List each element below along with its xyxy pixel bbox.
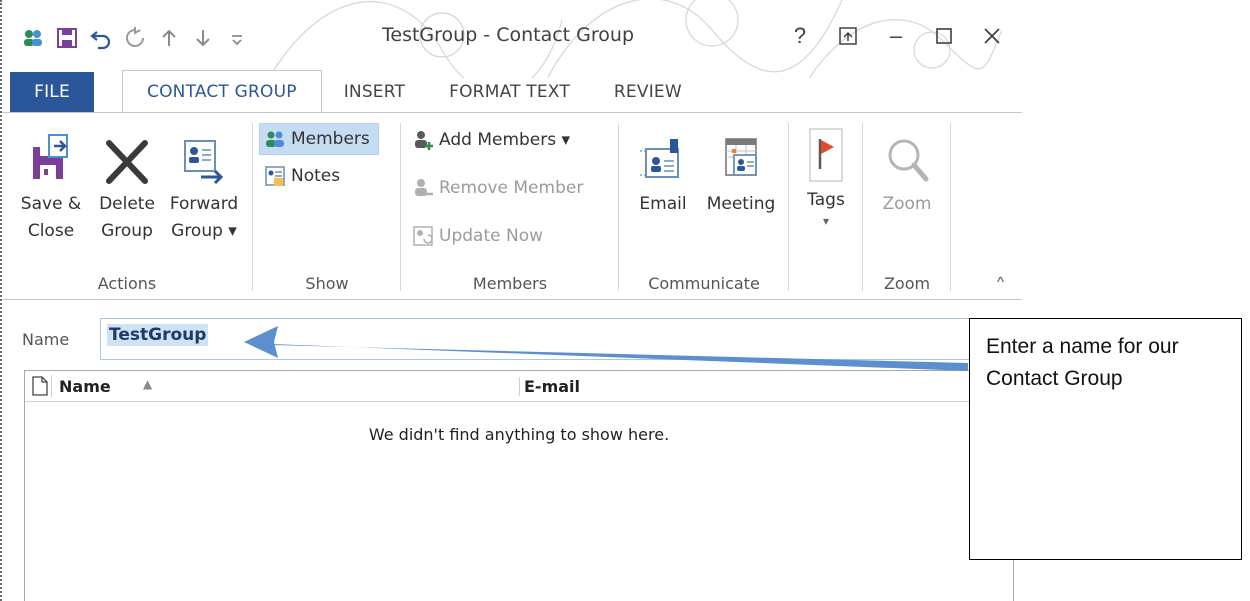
window-title: TestGroup - Contact Group — [382, 24, 635, 46]
collapse-ribbon-button[interactable]: ^ — [997, 274, 1004, 291]
down-arrow-icon[interactable] — [186, 18, 220, 58]
magnifier-icon — [888, 139, 929, 182]
ribbon-separator — [252, 123, 253, 291]
meeting-icon — [725, 138, 757, 176]
group-actions: Save & Close Delete Group Forward Group … — [2, 113, 252, 299]
forward-group-label: Forward Group ▾ — [169, 194, 239, 241]
flag-icon — [809, 128, 843, 182]
close-button[interactable] — [968, 16, 1016, 56]
item-type-column-icon[interactable] — [31, 375, 49, 397]
group-name-input[interactable]: TestGroup — [100, 318, 1020, 360]
redo-icon[interactable] — [118, 18, 152, 58]
add-member-icon — [415, 131, 433, 150]
remove-member-icon — [415, 179, 433, 196]
minimize-button[interactable]: – — [872, 16, 920, 56]
update-now-button[interactable]: Update Now — [412, 221, 543, 251]
members-view-label: Members — [291, 129, 370, 149]
delete-x-icon — [106, 140, 148, 184]
column-header-name[interactable]: Name — [59, 377, 111, 396]
tab-review[interactable]: REVIEW — [592, 72, 704, 112]
update-now-icon — [413, 226, 433, 246]
save-icon[interactable] — [50, 18, 84, 58]
notes-view-button[interactable]: Notes — [264, 161, 340, 191]
list-header: Name ▲ E-mail — [25, 371, 1013, 402]
name-row: Name TestGroup — [2, 300, 1022, 366]
column-divider — [51, 375, 52, 397]
members-list[interactable]: Name ▲ E-mail We didn't find anything to… — [24, 370, 1014, 601]
maximize-button[interactable] — [920, 16, 968, 56]
update-now-label: Update Now — [439, 226, 543, 246]
sort-ascending-icon: ▲ — [143, 377, 153, 391]
name-label: Name — [22, 330, 70, 349]
ribbon-tabs: FILE CONTACT GROUP INSERT FORMAT TEXT RE… — [2, 70, 1022, 113]
zoom-button[interactable]: Zoom — [872, 131, 942, 218]
email-button[interactable]: Email — [632, 131, 694, 218]
delete-group-label: Delete Group — [99, 194, 155, 241]
contact-group-window: TestGroup - Contact Group ? – FILE CONTA… — [0, 0, 1022, 601]
add-members-label: Add Members ▾ — [439, 130, 571, 150]
save-close-label: Save & Close — [20, 194, 82, 241]
ribbon-separator — [400, 123, 401, 291]
ribbon-separator — [788, 123, 789, 291]
members-icon — [266, 131, 284, 147]
group-communicate: Email Meeting Communicate — [620, 113, 788, 299]
column-header-email[interactable]: E-mail — [519, 377, 580, 396]
group-tags: Tags ▾ — [790, 113, 862, 299]
ribbon-display-options-button[interactable] — [824, 16, 872, 56]
forward-group-icon — [184, 140, 224, 185]
remove-member-label: Remove Member — [439, 178, 584, 198]
ribbon-separator — [950, 123, 951, 291]
group-members: Add Members ▾ Remove Member Update Now M… — [402, 113, 618, 299]
tags-label: Tags — [807, 190, 845, 210]
tab-insert[interactable]: INSERT — [322, 72, 427, 112]
zoom-button-label: Zoom — [882, 194, 932, 214]
email-icon — [640, 139, 679, 178]
quick-access-toolbar — [16, 18, 254, 58]
tab-file[interactable]: FILE — [10, 72, 94, 112]
add-members-button[interactable]: Add Members ▾ — [412, 125, 570, 155]
group-show: Members Notes Show — [254, 113, 400, 299]
group-label-communicate: Communicate — [648, 274, 760, 293]
notes-icon — [265, 166, 285, 186]
forward-group-button[interactable]: Forward Group ▾ — [164, 131, 244, 245]
customize-qat-icon[interactable] — [220, 18, 254, 58]
remove-member-button[interactable]: Remove Member — [412, 173, 583, 203]
ribbon-separator — [862, 123, 863, 291]
save-close-button[interactable]: Save & Close — [16, 131, 86, 245]
group-label-members: Members — [472, 274, 548, 293]
group-label-zoom: Zoom — [883, 274, 931, 293]
meeting-button[interactable]: Meeting — [700, 131, 782, 218]
undo-icon[interactable] — [84, 18, 118, 58]
group-name-value: TestGroup — [107, 324, 209, 346]
up-arrow-icon[interactable] — [152, 18, 186, 58]
ribbon-separator — [618, 123, 619, 291]
meeting-label: Meeting — [706, 194, 776, 214]
empty-list-message: We didn't find anything to show here. — [368, 425, 670, 444]
window-controls: ? – — [776, 16, 1016, 56]
members-view-button[interactable]: Members — [259, 123, 379, 155]
tab-format-text[interactable]: FORMAT TEXT — [427, 72, 592, 112]
notes-view-label: Notes — [291, 166, 341, 186]
contacts-app-icon[interactable] — [16, 18, 50, 58]
help-button[interactable]: ? — [776, 16, 824, 56]
delete-group-button[interactable]: Delete Group — [92, 131, 162, 245]
title-bar: TestGroup - Contact Group ? – — [2, 0, 1022, 78]
ribbon: Save & Close Delete Group Forward Group … — [2, 112, 1022, 300]
tags-dropdown-arrow: ▾ — [822, 214, 830, 228]
save-close-icon — [33, 134, 68, 179]
tags-button[interactable]: Tags ▾ — [794, 123, 858, 228]
group-zoom: Zoom Zoom — [864, 113, 950, 299]
tab-contact-group[interactable]: CONTACT GROUP — [122, 70, 322, 113]
email-label: Email — [639, 194, 687, 214]
group-label-actions: Actions — [97, 274, 157, 293]
group-label-show: Show — [305, 274, 349, 293]
annotation-callout: Enter a name for our Contact Group — [969, 318, 1242, 560]
